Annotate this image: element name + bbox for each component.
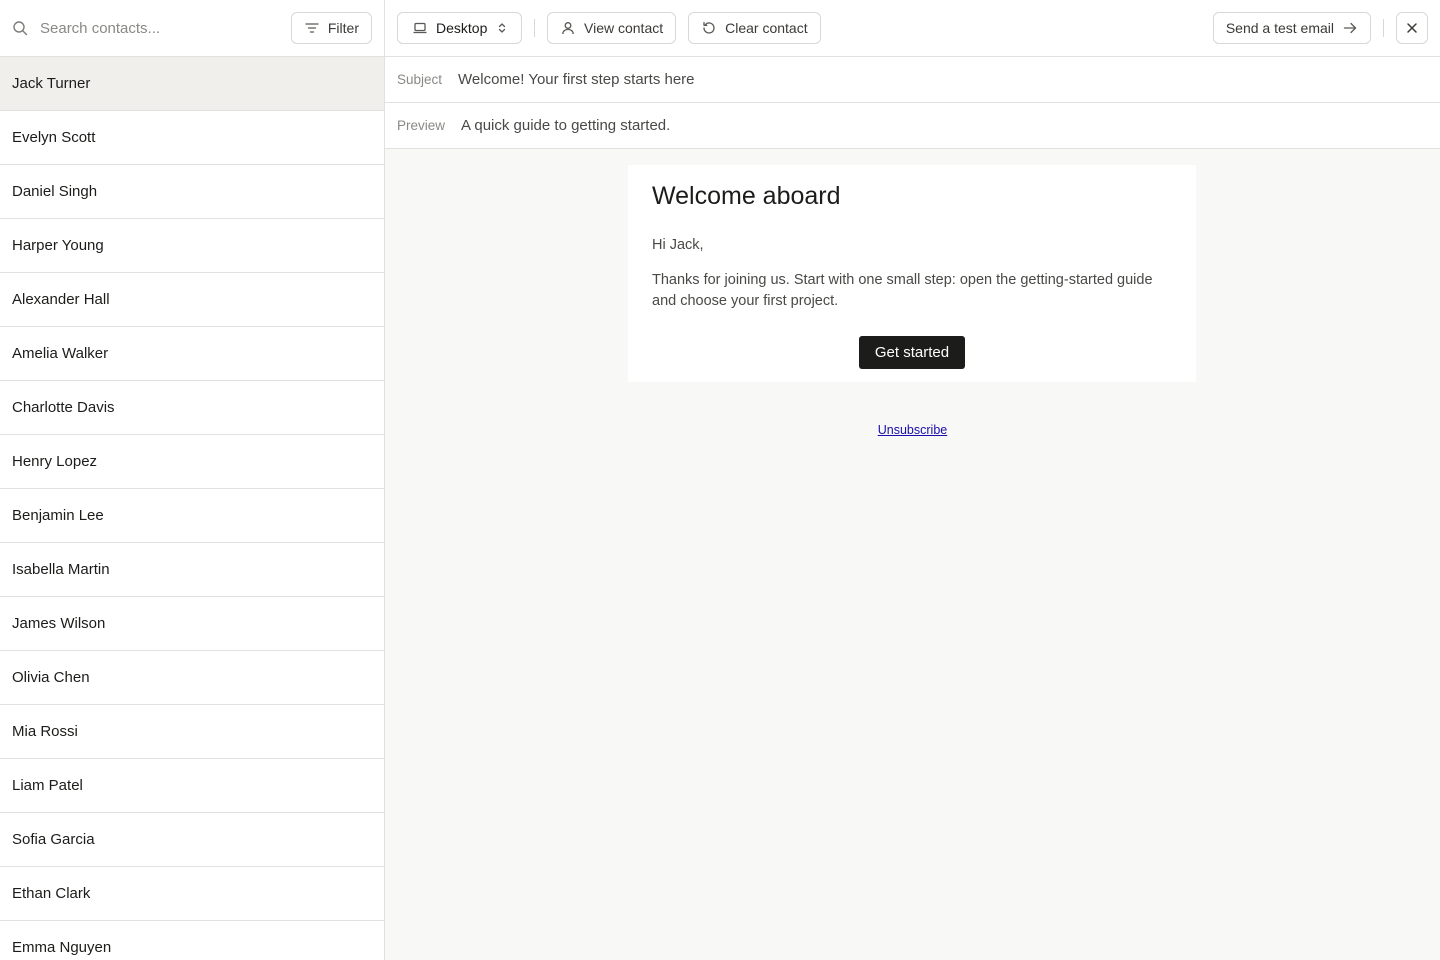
contact-list-item[interactable]: Jack Turner [0,57,384,111]
subject-row: Subject Welcome! Your first step starts … [385,57,1440,103]
preview-toolbar: Desktop View contact Clear contact Send … [385,0,1440,57]
contact-search-bar: Filter [0,0,384,57]
chevron-up-down-icon [495,21,509,35]
filter-button-label: Filter [327,20,359,36]
clear-contact-label: Clear contact [725,20,808,36]
contacts-sidebar: Filter Jack TurnerEvelyn ScottDaniel Sin… [0,0,385,960]
contact-list-item[interactable]: Emma Nguyen [0,921,384,960]
subject-label: Subject [397,72,443,87]
email-body: Thanks for joining us. Start with one sm… [652,272,1153,309]
contact-list-item[interactable]: Charlotte Davis [0,381,384,435]
contact-list-item[interactable]: James Wilson [0,597,384,651]
contact-list-item[interactable]: Olivia Chen [0,651,384,705]
preview-text-row: Preview A quick guide to getting started… [385,103,1440,149]
unsubscribe-container: Unsubscribe [385,423,1440,437]
view-contact-label: View contact [584,20,664,36]
preview-text-value: A quick guide to getting started. [461,117,671,134]
arrow-right-icon [1342,20,1358,36]
search-icon [12,20,28,36]
unsubscribe-link[interactable]: Unsubscribe [878,423,947,437]
contact-list-item[interactable]: Mia Rossi [0,705,384,759]
contact-list-item[interactable]: Ethan Clark [0,867,384,921]
email-card: Welcome aboard Hi Jack, Thanks for joini… [628,165,1196,382]
contact-list-item[interactable]: Harper Young [0,219,384,273]
laptop-icon [412,20,428,36]
email-heading: Welcome aboard [652,182,841,210]
subject-value: Welcome! Your first step starts here [458,71,695,88]
toolbar-divider [1383,19,1384,37]
user-icon [560,20,576,36]
contact-search-input[interactable] [40,19,291,37]
clear-contact-button[interactable]: Clear contact [688,12,821,44]
reset-icon [701,20,717,36]
toolbar-right-group: Send a test email [1212,12,1428,44]
contact-list-item[interactable]: Sofia Garcia [0,813,384,867]
get-started-button[interactable]: Get started [858,336,966,369]
contact-list-item[interactable]: Isabella Martin [0,543,384,597]
email-render-area: Welcome aboard Hi Jack, Thanks for joini… [385,149,1440,960]
filter-button[interactable]: Filter [290,12,372,44]
contact-list-item[interactable]: Alexander Hall [0,273,384,327]
email-cta-container: Get started [652,336,1172,369]
send-test-email-button[interactable]: Send a test email [1212,12,1371,44]
device-select[interactable]: Desktop [397,12,522,44]
device-select-label: Desktop [436,20,488,36]
contact-list-item[interactable]: Henry Lopez [0,435,384,489]
close-button[interactable] [1396,12,1428,44]
view-contact-button[interactable]: View contact [547,12,677,44]
contact-list-item[interactable]: Benjamin Lee [0,489,384,543]
email-preview-panel: Desktop View contact Clear contact Send … [385,0,1440,960]
filter-icon [304,20,320,36]
close-icon [1404,20,1420,36]
preview-text-label: Preview [397,118,446,133]
contact-list-item[interactable]: Evelyn Scott [0,111,384,165]
contact-list-item[interactable]: Amelia Walker [0,327,384,381]
send-test-email-label: Send a test email [1225,20,1334,36]
toolbar-divider [534,19,535,37]
contact-list: Jack Turner Evelyn Scott Daniel Singh Harpe… [0,57,384,960]
email-greeting: Hi Jack, [652,237,704,253]
contact-list-item[interactable]: Daniel Singh [0,165,384,219]
contact-list-item[interactable]: Liam Patel [0,759,384,813]
